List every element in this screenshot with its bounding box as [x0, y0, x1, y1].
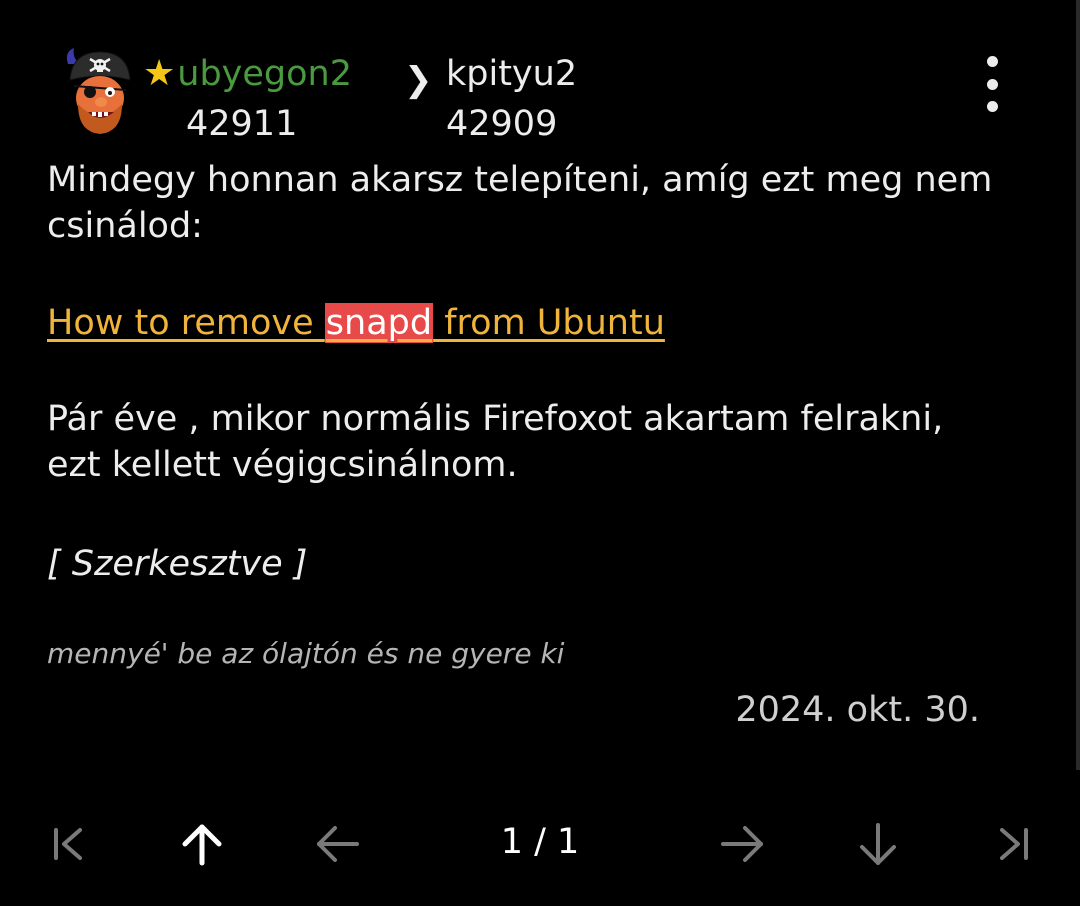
- post-date: 2024. okt. 30.: [735, 690, 980, 730]
- post-paragraph-2: Pár éve , mikor normális Firefoxot akart…: [47, 399, 944, 485]
- scroll-indicator: [1076, 0, 1080, 770]
- arrow-right-icon: [717, 819, 767, 869]
- reply-to-name[interactable]: kpityu2: [446, 52, 577, 96]
- reply-arrow-icon: ❯: [404, 60, 433, 100]
- link-highlight[interactable]: snapd: [324, 303, 434, 343]
- next-button[interactable]: [712, 815, 772, 873]
- page-indicator: 1 / 1: [500, 822, 580, 862]
- link-text-after[interactable]: from Ubuntu: [433, 303, 665, 343]
- last-page-button[interactable]: [984, 815, 1044, 873]
- post-paragraph-1: Mindegy honnan akarsz telepíteni, amíg e…: [47, 160, 993, 246]
- arrow-down-icon: [853, 819, 903, 869]
- arrow-left-icon: [313, 819, 363, 869]
- author-name[interactable]: ubyegon2: [177, 52, 352, 96]
- edited-label: [ Szerkesztve ]: [47, 544, 308, 584]
- author-link[interactable]: ★ ubyegon2: [143, 52, 352, 96]
- arrow-up-icon: [177, 819, 227, 869]
- first-page-button[interactable]: [38, 815, 98, 873]
- first-page-icon: [48, 824, 88, 864]
- reply-to-score: 42909: [446, 104, 558, 144]
- scroll-up-button[interactable]: [172, 815, 232, 873]
- signature: mennyé' be az ólajtón és ne gyere ki: [47, 637, 565, 670]
- star-icon: ★: [143, 53, 176, 94]
- post-view: ★ ubyegon2 42911 ❯ kpityu2 42909 Mindegy…: [0, 0, 1080, 906]
- link-text-before[interactable]: How to remove: [47, 303, 325, 343]
- scroll-down-button[interactable]: [848, 815, 908, 873]
- pirate-avatar-icon[interactable]: [64, 46, 134, 136]
- previous-button[interactable]: [308, 815, 368, 873]
- author-score: 42911: [186, 104, 298, 144]
- last-page-icon: [994, 824, 1034, 864]
- snapd-removal-link[interactable]: How to remove snapd from Ubuntu: [47, 300, 665, 346]
- more-vert-icon[interactable]: [972, 56, 1012, 112]
